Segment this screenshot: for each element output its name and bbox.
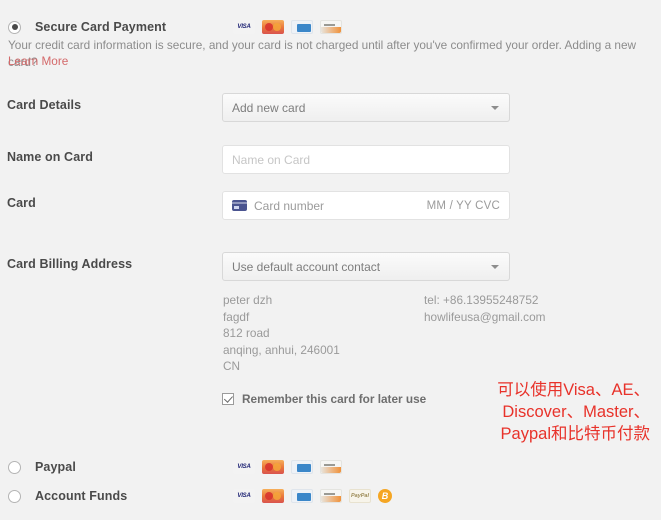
billing-contact-phone: tel: +86.13955248752: [424, 293, 539, 307]
radio-secure-card-payment[interactable]: [8, 20, 21, 34]
payment-method-label-paypal: Paypal: [35, 460, 76, 474]
discover-icon: [320, 460, 342, 474]
amex-icon: [291, 460, 313, 474]
billing-contact-address: peter dzh fagdf 812 road anqing, anhui, …: [223, 292, 340, 375]
payment-method-paypal[interactable]: Paypal VISA: [8, 452, 428, 482]
radio-account-funds[interactable]: [8, 489, 21, 503]
annotation-line: 可以使用Visa、AE、: [497, 381, 650, 399]
card-details-row: Card Details Add new card: [0, 93, 661, 122]
billing-contact-line: peter dzh: [223, 293, 273, 307]
remember-card-checkbox[interactable]: [222, 393, 234, 405]
name-on-card-placeholder: Name on Card: [232, 152, 311, 167]
mastercard-icon: [262, 460, 284, 474]
annotation-line: Discover、Master、: [502, 403, 650, 421]
payment-method-label-account-funds: Account Funds: [35, 489, 128, 503]
remember-card-row[interactable]: Remember this card for later use: [222, 392, 426, 406]
paypal-icon: PayPal: [349, 489, 371, 503]
amex-icon: [291, 489, 313, 503]
name-on-card-row: Name on Card Name on Card: [0, 145, 661, 174]
billing-address-label: Card Billing Address: [7, 257, 133, 271]
discover-icon: [320, 20, 342, 34]
name-on-card-label: Name on Card: [7, 150, 93, 164]
card-number-input[interactable]: Card number MM / YY CVC: [222, 191, 510, 220]
chevron-down-icon: [491, 105, 499, 110]
learn-more-link[interactable]: Learn More: [8, 54, 68, 68]
mastercard-icon: [262, 20, 284, 34]
card-number-placeholder: Card number: [254, 198, 325, 213]
card-label: Card: [7, 196, 36, 210]
billing-contact-line: CN: [223, 359, 241, 374]
credit-card-icon: [232, 200, 247, 211]
billing-address-selected-value: Use default account contact: [232, 259, 381, 274]
bitcoin-icon: B: [378, 489, 392, 503]
payment-method-account-funds[interactable]: Account Funds VISA PayPal B: [8, 481, 428, 511]
chinese-annotation: 可以使用Visa、AE、 Discover、Master、 Paypal和比特币…: [497, 379, 650, 445]
card-brand-icons-account-funds: VISA PayPal B: [233, 489, 392, 503]
visa-icon: VISA: [233, 20, 255, 34]
billing-address-row: Card Billing Address Use default account…: [0, 252, 661, 281]
name-on-card-field: Name on Card: [222, 145, 510, 174]
chevron-down-icon: [491, 264, 499, 269]
name-on-card-input[interactable]: Name on Card: [222, 145, 510, 174]
card-details-field: Add new card: [222, 93, 510, 122]
mastercard-icon: [262, 489, 284, 503]
card-brand-icons-secure-card: VISA: [233, 20, 342, 34]
billing-contact-details: tel: +86.13955248752 howlifeusa@gmail.co…: [424, 292, 545, 325]
card-details-label: Card Details: [7, 98, 82, 112]
card-brand-icons-paypal: VISA: [233, 460, 342, 474]
discover-icon: [320, 489, 342, 503]
card-number-field: Card number MM / YY CVC: [222, 191, 510, 220]
card-expiry-cvc-placeholder: MM / YY CVC: [426, 199, 500, 212]
amex-icon: [291, 20, 313, 34]
visa-icon: VISA: [233, 460, 255, 474]
remember-card-label: Remember this card for later use: [242, 392, 427, 406]
secure-payment-description: Your credit card information is secure, …: [8, 38, 637, 70]
billing-contact-line: 812 road: [223, 326, 270, 341]
visa-icon: VISA: [233, 489, 255, 503]
billing-address-select[interactable]: Use default account contact: [222, 252, 510, 281]
radio-paypal[interactable]: [8, 460, 21, 474]
payment-method-label-secure-card: Secure Card Payment: [35, 20, 167, 34]
card-details-select[interactable]: Add new card: [222, 93, 510, 122]
billing-address-field: Use default account contact: [222, 252, 510, 281]
annotation-line: Paypal和比特币付款: [500, 425, 650, 443]
card-number-row: Card Card number MM / YY CVC: [0, 191, 661, 220]
billing-contact-line: anqing, anhui, 246001: [223, 342, 340, 357]
billing-contact-email: howlifeusa@gmail.com: [424, 309, 546, 324]
card-details-selected-value: Add new card: [232, 100, 306, 115]
billing-contact-line: fagdf: [223, 309, 250, 324]
